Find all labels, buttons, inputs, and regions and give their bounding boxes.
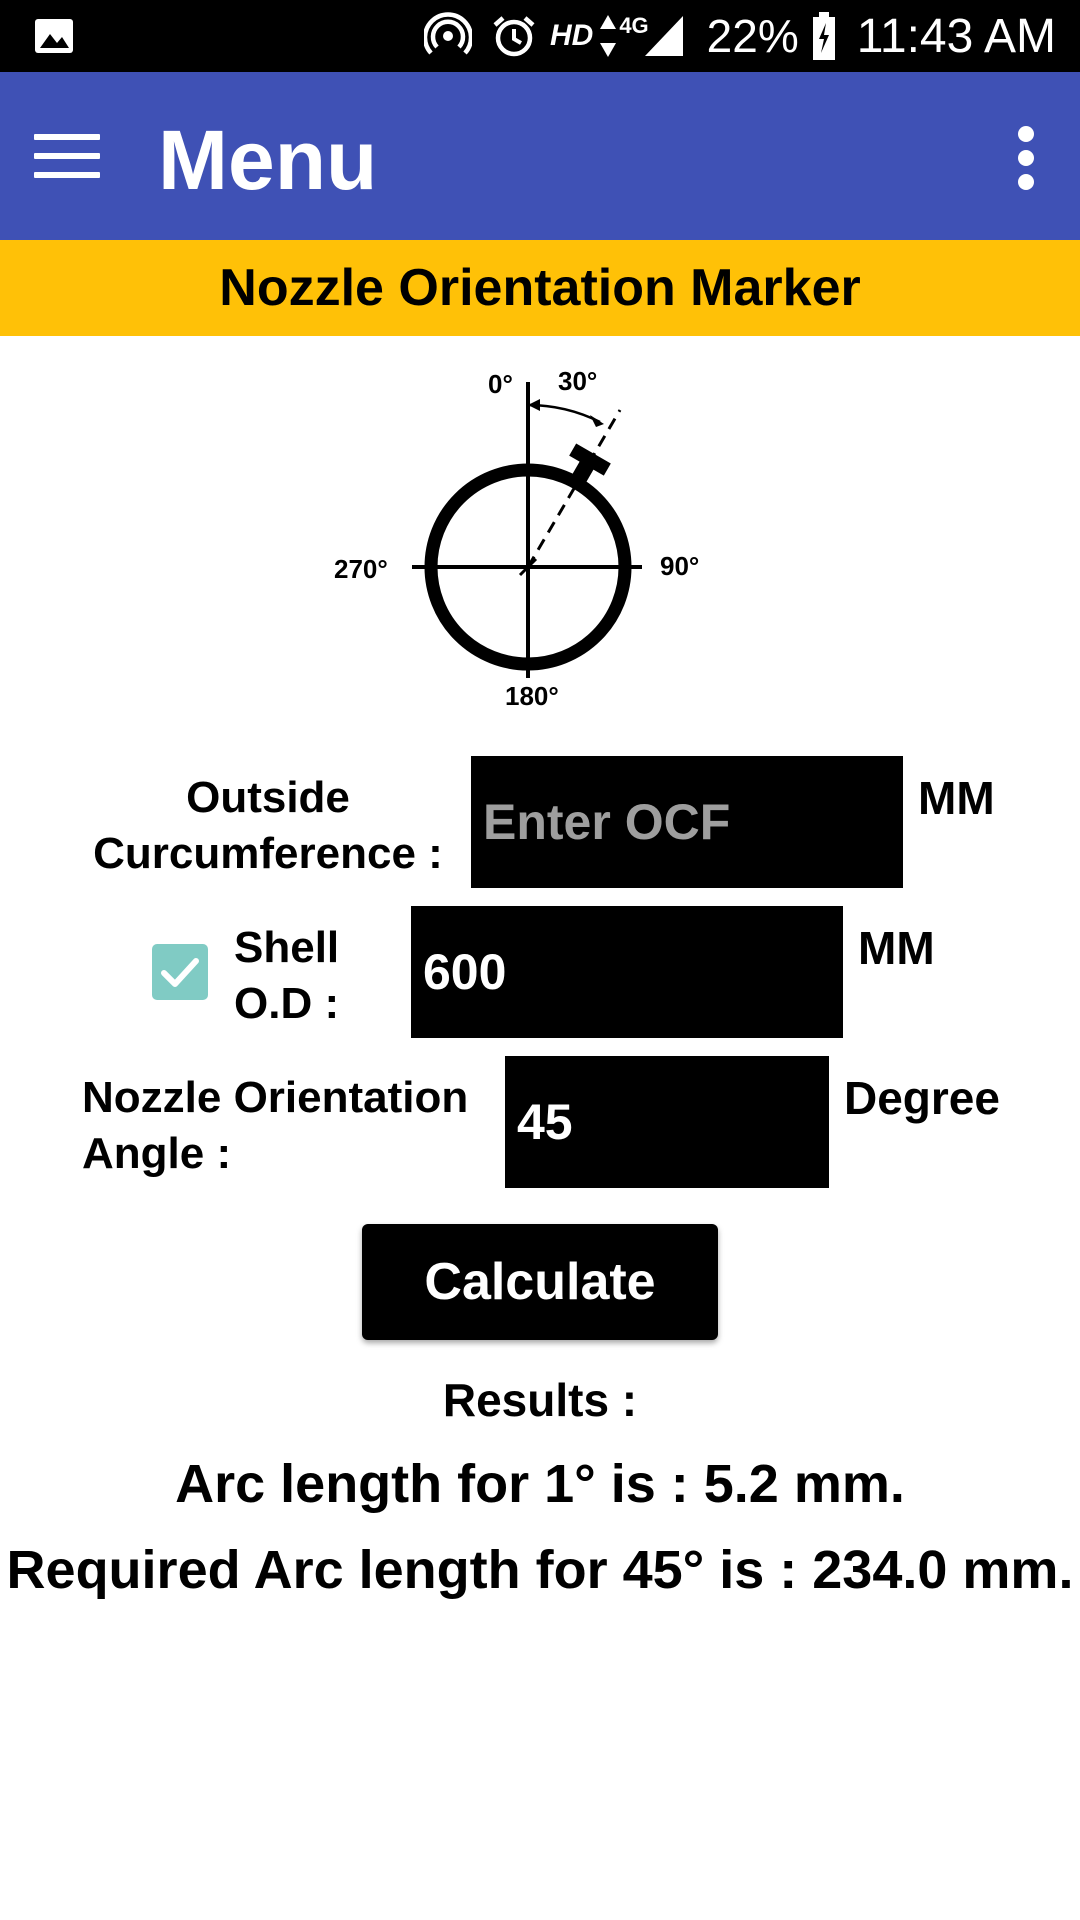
ocf-label-line1: Outside — [186, 773, 350, 822]
angle-label-line1: Nozzle Orientation — [82, 1073, 469, 1122]
check-icon — [161, 958, 199, 987]
angle-label: Nozzle Orientation Angle : — [82, 1070, 468, 1182]
calculate-button[interactable]: Calculate — [362, 1224, 718, 1340]
result-required-arc: Required Arc length for 45° is : 234.0 m… — [6, 1540, 1074, 1600]
angle-unit: Degree — [844, 1072, 1000, 1124]
status-bar: HD 4G 22% 11:43 AM — [0, 0, 1080, 72]
diagram-label-270: 270° — [334, 554, 388, 584]
shell-od-unit: MM — [858, 922, 935, 974]
ocf-unit: MM — [918, 772, 995, 824]
diagram-label-180: 180° — [505, 681, 559, 711]
diagram-label-90: 90° — [660, 551, 699, 581]
hd-indicator: HD — [549, 19, 594, 52]
ocf-label-line2: Curcumference : — [93, 829, 443, 878]
shell-od-checkbox[interactable] — [152, 944, 208, 1000]
results-title: Results : — [442, 1374, 638, 1426]
angle-input[interactable] — [505, 1056, 829, 1188]
page-banner: Nozzle Orientation Marker — [0, 240, 1080, 336]
battery-charging-icon — [812, 12, 835, 60]
shell-od-label-line2: O.D : — [234, 979, 340, 1028]
shell-od-label-line1: Shell — [234, 923, 340, 972]
hotspot-icon — [423, 12, 472, 55]
gallery-icon — [35, 19, 73, 53]
diagram-label-0: 0° — [488, 369, 513, 399]
shell-od-input[interactable] — [411, 906, 843, 1038]
nozzle-orientation-diagram: 0° 30° 90° 180° 270° — [320, 360, 720, 720]
data-arrows-icon — [600, 15, 617, 57]
network-type: 4G — [619, 13, 649, 38]
shell-od-label: Shell O.D : — [234, 920, 339, 1032]
ocf-label: Outside Curcumference : — [76, 770, 460, 882]
app-title: Menu — [158, 113, 378, 207]
signal-icon — [644, 16, 683, 56]
hamburger-icon[interactable] — [34, 134, 100, 178]
app-bar: Menu — [0, 72, 1080, 240]
overflow-menu-icon[interactable] — [1014, 126, 1038, 190]
alarm-icon — [493, 16, 535, 57]
battery-percent: 22% — [706, 10, 799, 62]
angle-label-line2: Angle : — [82, 1129, 232, 1178]
diagram-label-30: 30° — [558, 366, 597, 396]
clock: 11:43 AM — [856, 9, 1056, 63]
result-arc-per-degree: Arc length for 1° is : 5.2 mm. — [175, 1454, 905, 1514]
ocf-input[interactable] — [471, 756, 903, 888]
